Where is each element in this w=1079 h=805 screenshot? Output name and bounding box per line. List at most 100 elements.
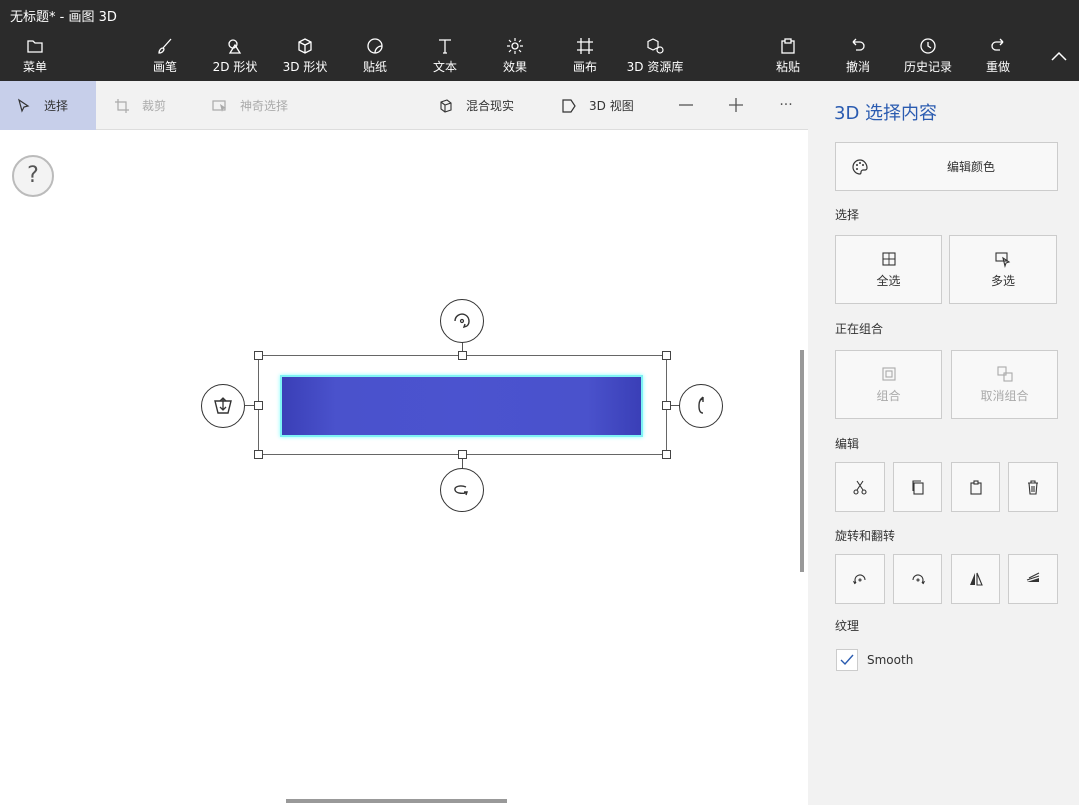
sun-icon: [480, 36, 550, 56]
smooth-checkbox[interactable]: [836, 649, 858, 671]
stickers-button[interactable]: 贴纸: [340, 36, 410, 78]
shapes-2d-icon: [200, 36, 270, 56]
menu-button[interactable]: 菜单: [0, 36, 70, 78]
multi-select-icon: [995, 252, 1011, 268]
undo-label: 撤消: [845, 60, 870, 74]
resize-handle-bottom-right[interactable]: [662, 450, 671, 459]
rotate-y-handle[interactable]: [440, 468, 484, 512]
undo-icon: [823, 36, 893, 56]
shapes-3d-button[interactable]: 3D 形状: [270, 36, 340, 78]
flip-horizontal-button[interactable]: [951, 554, 1000, 604]
paste-label: 粘贴: [775, 60, 800, 74]
panel-title: 3D 选择内容: [834, 103, 938, 124]
scissors-icon: [853, 480, 867, 495]
ungroup-label: 取消组合: [980, 389, 1029, 403]
flip-vertical-icon: [1026, 572, 1040, 582]
clipboard-icon: [753, 36, 823, 56]
select-section-label: 选择: [835, 208, 860, 222]
resize-handle-right[interactable]: [662, 401, 671, 410]
resize-handle-top-left[interactable]: [254, 351, 263, 360]
rotate-section-label: 旋转和翻转: [835, 529, 896, 543]
drawing-canvas[interactable]: [0, 131, 808, 805]
text-button[interactable]: 文本: [410, 36, 480, 78]
copy-button[interactable]: [893, 462, 942, 512]
crop-button[interactable]: 裁剪: [114, 81, 166, 130]
rotate-z-icon: [454, 313, 470, 329]
selected-3d-object[interactable]: [280, 375, 643, 437]
folder-icon: [0, 36, 70, 56]
rotate-right-icon: [911, 574, 925, 585]
resize-handle-top-right[interactable]: [662, 351, 671, 360]
group-button[interactable]: 组合: [835, 350, 942, 419]
minus-icon: [679, 104, 693, 106]
rotate-right-button[interactable]: [893, 554, 942, 604]
rotate-x-icon: [698, 396, 704, 414]
rotate-z-handle[interactable]: [440, 299, 484, 343]
horizontal-scrollbar[interactable]: [286, 799, 507, 803]
brushes-button[interactable]: 画笔: [130, 36, 200, 78]
magic-select-button[interactable]: 神奇选择: [212, 81, 288, 130]
canvas-button[interactable]: 画布: [550, 36, 620, 78]
undo-button[interactable]: 撤消: [823, 36, 893, 78]
texture-section-label: 纹理: [835, 619, 860, 633]
library-3d-label: 3D 资源库: [626, 60, 684, 74]
select-tool-button[interactable]: 选择: [0, 81, 96, 130]
redo-label: 重做: [985, 60, 1010, 74]
redo-button[interactable]: 重做: [963, 36, 1033, 78]
view-3d-button[interactable]: 3D 视图: [561, 81, 634, 130]
group-icon: [881, 367, 896, 381]
rotate-x-handle[interactable]: [679, 384, 723, 428]
smooth-label: Smooth: [867, 653, 914, 667]
paste-button[interactable]: 粘贴: [753, 36, 823, 78]
collapse-ribbon-chevron-up-icon[interactable]: [1049, 46, 1069, 66]
shapes-2d-button[interactable]: 2D 形状: [200, 36, 270, 78]
multi-select-button[interactable]: 多选: [949, 235, 1057, 304]
stickers-label: 贴纸: [362, 60, 387, 74]
resize-handle-bottom-left[interactable]: [254, 450, 263, 459]
cut-button[interactable]: [835, 462, 885, 512]
edit-section-label: 编辑: [835, 437, 860, 451]
view-3d-label: 3D 视图: [589, 99, 634, 113]
zoom-in-button[interactable]: [724, 93, 748, 117]
text-label: 文本: [432, 60, 457, 74]
clipboard-icon: [969, 480, 982, 495]
rotate-left-button[interactable]: [835, 554, 885, 604]
mixed-reality-button[interactable]: 混合现实: [438, 81, 514, 130]
rotate-left-icon: [852, 574, 866, 585]
resize-handle-bottom[interactable]: [458, 450, 467, 459]
flip-horizontal-icon: [969, 572, 983, 586]
help-button[interactable]: ?: [12, 155, 54, 197]
brushes-label: 画笔: [152, 60, 177, 74]
effects-button[interactable]: 效果: [480, 36, 550, 78]
flip-vertical-button[interactable]: [1008, 554, 1058, 604]
edit-color-button[interactable]: 编辑颜色: [835, 142, 1058, 191]
copy-icon: [911, 480, 924, 495]
select-all-label: 全选: [876, 274, 901, 288]
more-options-button[interactable]: ···: [774, 93, 798, 117]
mixed-reality-label: 混合现实: [466, 99, 515, 113]
history-button[interactable]: 历史记录: [893, 36, 963, 78]
select-all-button[interactable]: 全选: [835, 235, 942, 304]
zoom-out-button[interactable]: [674, 93, 698, 117]
ungroup-button[interactable]: 取消组合: [951, 350, 1058, 419]
depth-handle[interactable]: [201, 384, 245, 428]
canvas-icon: [550, 36, 620, 56]
canvas-label: 画布: [572, 60, 597, 74]
resize-handle-top[interactable]: [458, 351, 467, 360]
paste-panel-button[interactable]: [951, 462, 1000, 512]
brush-icon: [130, 36, 200, 56]
check-icon: [840, 654, 854, 666]
text-icon: [410, 36, 480, 56]
crop-label: 裁剪: [142, 99, 167, 113]
vertical-scrollbar[interactable]: [800, 350, 804, 572]
resize-handle-left[interactable]: [254, 401, 263, 410]
delete-button[interactable]: [1008, 462, 1058, 512]
sub-toolbar: 选择 裁剪 神奇选择 混合现实 3D 视图 ···: [0, 81, 808, 130]
history-label: 历史记录: [903, 60, 952, 74]
crop-icon: [115, 98, 129, 113]
library-3d-button[interactable]: 3D 资源库: [620, 36, 690, 78]
mixed-reality-icon: [440, 98, 452, 113]
ungroup-icon: [996, 366, 1013, 382]
cube-icon: [270, 36, 340, 56]
group-label: 组合: [876, 389, 901, 403]
